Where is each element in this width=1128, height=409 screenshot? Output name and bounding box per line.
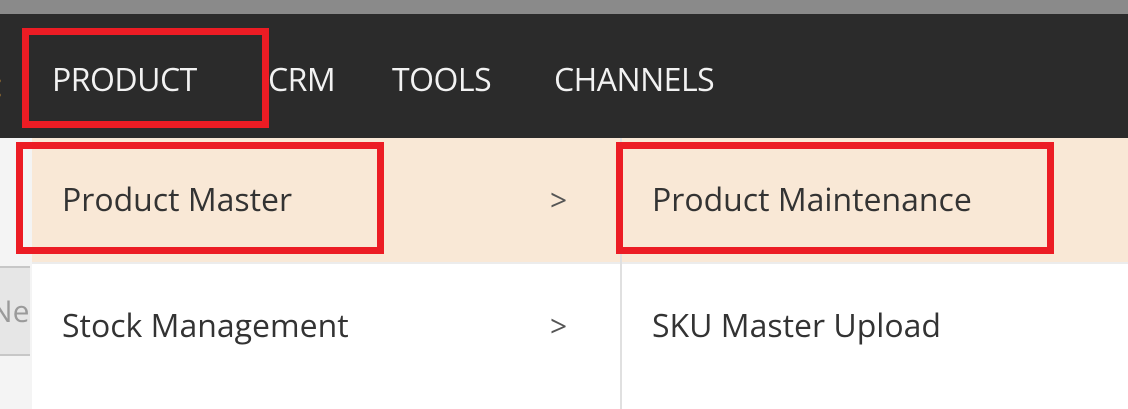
submenu-item-stock-management[interactable]: Stock Management > (32, 262, 620, 386)
flyout-item-label: Product Maintenance (652, 178, 972, 221)
submenu-item-label: Product Master (62, 178, 293, 221)
product-master-flyout: Product Maintenance SKU Master Upload (622, 138, 1128, 409)
flyout-item-label: SKU Master Upload (652, 304, 941, 347)
nav-item-product[interactable]: PRODUCT (52, 60, 197, 100)
top-navbar: : PRODUCT CRM TOOLS CHANNELS (0, 14, 1128, 138)
nav-item-crm[interactable]: CRM (268, 60, 336, 100)
flyout-item-sku-master-upload[interactable]: SKU Master Upload (622, 262, 1128, 386)
top-strip (0, 0, 1128, 14)
navbar-prev-item-fragment[interactable]: : (0, 64, 3, 104)
background-input-field[interactable]: Ne (0, 266, 30, 356)
flyout-item-product-maintenance[interactable]: Product Maintenance (622, 138, 1128, 262)
app-canvas: : PRODUCT CRM TOOLS CHANNELS Ne Product … (0, 0, 1128, 409)
product-submenu: Product Master > Stock Management > (32, 138, 622, 409)
background-page-column: Ne (0, 138, 34, 409)
chevron-right-icon: > (550, 305, 568, 346)
chevron-right-icon: > (550, 179, 568, 220)
submenu-item-product-master[interactable]: Product Master > (32, 138, 620, 262)
nav-item-tools[interactable]: TOOLS (392, 60, 492, 100)
submenu-item-label: Stock Management (62, 304, 349, 347)
nav-item-channels[interactable]: CHANNELS (554, 60, 715, 100)
